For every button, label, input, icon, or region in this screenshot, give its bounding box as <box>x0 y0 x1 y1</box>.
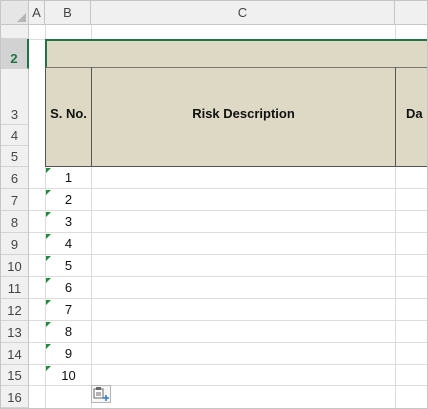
row-header-15[interactable]: 15 <box>1 365 29 386</box>
header-border <box>91 67 92 167</box>
cell-sno[interactable]: 2 <box>46 192 91 207</box>
header-border <box>395 67 396 167</box>
header-risk-label: Risk Description <box>192 106 295 121</box>
row-header-11[interactable]: 11 <box>1 277 29 299</box>
cell-sno[interactable]: 9 <box>46 346 91 361</box>
header-cell-sno[interactable]: S. No. <box>46 67 91 167</box>
row-header-13[interactable]: 13 <box>1 321 29 343</box>
column-header-c[interactable]: C <box>91 1 395 25</box>
row-header-5[interactable]: 5 <box>1 146 29 167</box>
select-all-triangle-icon <box>17 13 26 22</box>
header-cell-d[interactable]: Da <box>396 67 427 167</box>
row-header-6[interactable]: 6 <box>1 167 29 189</box>
paste-options-glyph-icon <box>93 387 109 401</box>
error-indicator-icon[interactable] <box>46 278 51 283</box>
cell-sno[interactable]: 5 <box>46 258 91 273</box>
grid-line <box>29 342 427 343</box>
row-header-2[interactable]: 2 <box>1 39 29 69</box>
cell-sno[interactable]: 6 <box>46 280 91 295</box>
paste-options-icon[interactable] <box>91 385 111 403</box>
column-header-d[interactable] <box>395 1 427 25</box>
cell-sno[interactable]: 4 <box>46 236 91 251</box>
grid-line <box>29 210 427 211</box>
error-indicator-icon[interactable] <box>46 300 51 305</box>
row-header-12[interactable]: 12 <box>1 299 29 321</box>
row-2-selection[interactable] <box>45 39 427 69</box>
cell-sno[interactable]: 10 <box>46 368 91 383</box>
select-all-corner[interactable] <box>1 1 29 25</box>
row-header-4[interactable]: 4 <box>1 125 29 146</box>
column-header-a[interactable]: A <box>29 1 45 25</box>
grid-line <box>29 364 427 365</box>
grid-line <box>29 188 427 189</box>
header-border <box>45 67 46 167</box>
header-cell-risk[interactable]: Risk Description <box>92 67 395 167</box>
row-header-1[interactable] <box>1 25 29 39</box>
row-header-14[interactable]: 14 <box>1 343 29 365</box>
row-header-10[interactable]: 10 <box>1 255 29 277</box>
error-indicator-icon[interactable] <box>46 344 51 349</box>
cell-sno[interactable]: 7 <box>46 302 91 317</box>
spreadsheet: A B C 2 3 4 5 6 7 8 9 10 11 12 13 14 15 … <box>0 0 428 409</box>
grid-line <box>29 385 427 386</box>
grid-line <box>29 254 427 255</box>
error-indicator-icon[interactable] <box>46 366 51 371</box>
cell-sno[interactable]: 1 <box>46 170 91 185</box>
error-indicator-icon[interactable] <box>46 234 51 239</box>
row-header-16[interactable]: 16 <box>1 386 29 408</box>
header-sno-label: S. No. <box>50 106 87 121</box>
grid-line <box>29 232 427 233</box>
grid-line <box>29 276 427 277</box>
row-header-8[interactable]: 8 <box>1 211 29 233</box>
cell-sno[interactable]: 8 <box>46 324 91 339</box>
error-indicator-icon[interactable] <box>46 212 51 217</box>
grid-line <box>29 320 427 321</box>
header-d-label: Da <box>406 106 423 121</box>
cell-sno[interactable]: 3 <box>46 214 91 229</box>
row-header-7[interactable]: 7 <box>1 189 29 211</box>
row-header-3[interactable]: 3 <box>1 69 29 125</box>
error-indicator-icon[interactable] <box>46 256 51 261</box>
grid-line <box>29 298 427 299</box>
error-indicator-icon[interactable] <box>46 322 51 327</box>
row-header-9[interactable]: 9 <box>1 233 29 255</box>
error-indicator-icon[interactable] <box>46 190 51 195</box>
column-header-b[interactable]: B <box>45 1 91 25</box>
error-indicator-icon[interactable] <box>46 168 51 173</box>
